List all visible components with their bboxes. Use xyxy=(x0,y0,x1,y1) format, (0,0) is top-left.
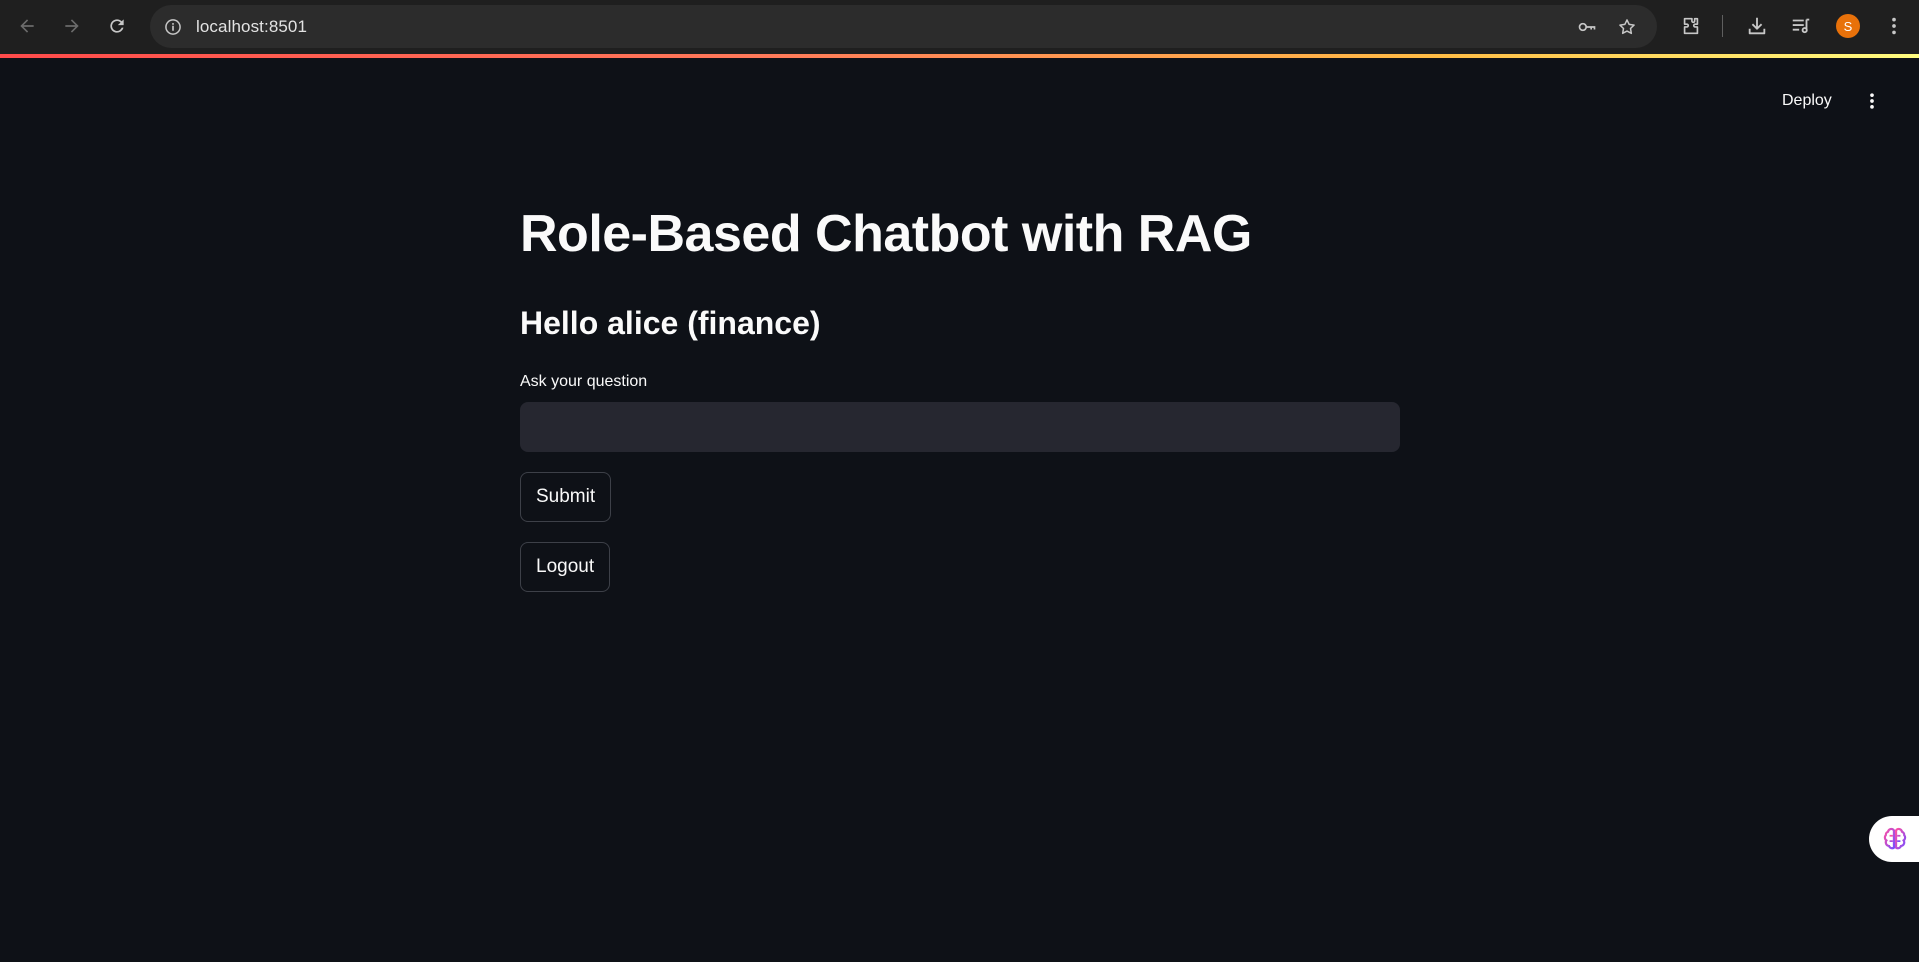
toolbar-divider xyxy=(1722,15,1723,37)
brain-icon xyxy=(1883,827,1907,850)
reload-icon xyxy=(110,19,124,33)
browser-toolbar: localhost:8501 S xyxy=(0,0,1919,54)
app-menu-button[interactable] xyxy=(1860,86,1884,116)
site-info-button[interactable] xyxy=(160,14,186,40)
question-input[interactable] xyxy=(520,402,1400,452)
password-key-button[interactable] xyxy=(1574,14,1600,40)
extensions-icon xyxy=(1683,17,1699,35)
download-icon xyxy=(1748,17,1766,35)
back-icon xyxy=(20,19,34,33)
address-bar[interactable]: localhost:8501 xyxy=(150,5,1657,48)
deploy-button[interactable]: Deploy xyxy=(1772,86,1842,116)
profile-avatar[interactable]: S xyxy=(1836,14,1860,38)
menu-icon xyxy=(1892,17,1896,35)
back-button[interactable] xyxy=(10,9,44,43)
reading-list-icon xyxy=(1792,18,1810,34)
star-icon xyxy=(1619,19,1635,35)
page-title: Role-Based Chatbot with RAG xyxy=(520,205,1252,263)
reading-list-button[interactable] xyxy=(1786,11,1816,41)
assistant-extension-bubble[interactable] xyxy=(1869,816,1919,862)
extensions-button[interactable] xyxy=(1676,11,1706,41)
main-content: Role-Based Chatbot with RAG Hello alice … xyxy=(520,200,1400,592)
reload-button[interactable] xyxy=(100,9,134,43)
downloads-button[interactable] xyxy=(1742,11,1772,41)
loading-bar xyxy=(0,54,1919,58)
greeting-heading: Hello alice (finance) xyxy=(520,305,821,341)
forward-button[interactable] xyxy=(55,9,89,43)
bookmark-button[interactable] xyxy=(1614,14,1640,40)
browser-menu-button[interactable] xyxy=(1879,11,1909,41)
key-icon xyxy=(1578,22,1596,32)
submit-button[interactable]: Submit xyxy=(520,472,612,522)
site-info-icon xyxy=(165,19,181,35)
url-text: localhost:8501 xyxy=(196,17,308,36)
forward-icon xyxy=(65,19,79,33)
logout-button[interactable]: Logout xyxy=(520,542,611,592)
more-vertical-icon xyxy=(1870,93,1874,109)
question-label: Ask your question xyxy=(520,373,648,390)
